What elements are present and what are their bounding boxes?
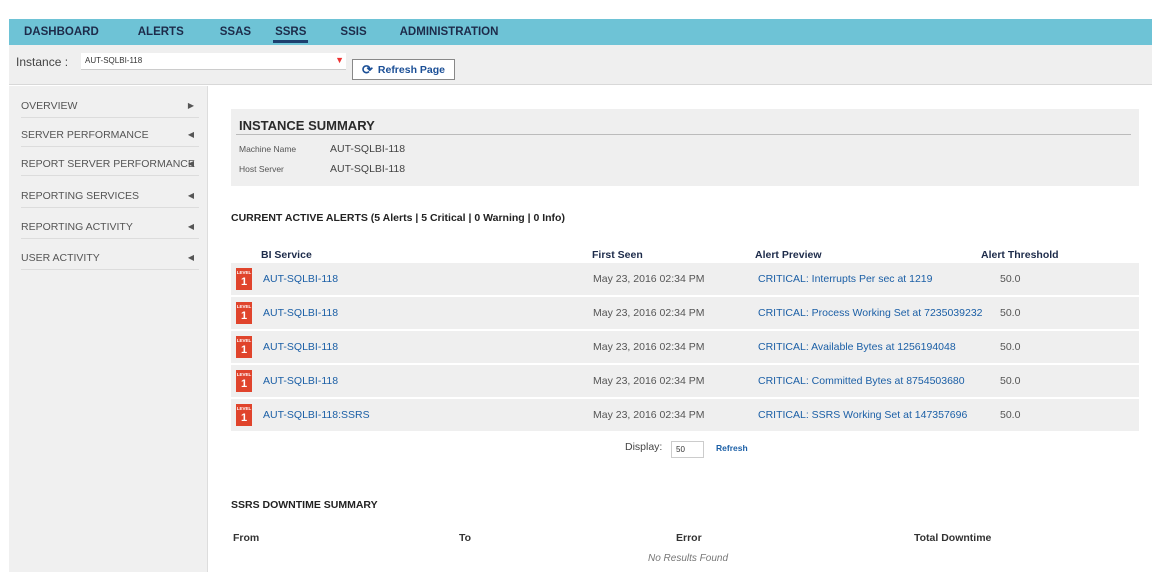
arrow-left-icon: ◀ <box>187 159 194 168</box>
instance-label: Instance : <box>16 55 69 69</box>
refresh-icon: ⟳ <box>361 61 373 77</box>
level-badge: LEVEL 1 <box>236 370 252 392</box>
bi-service-link[interactable]: AUT-SQLBI-118:SSRS <box>263 409 370 421</box>
alert-preview-link[interactable]: CRITICAL: Process Working Set at 7235039… <box>758 307 983 319</box>
column-header-from[interactable]: From <box>233 532 259 544</box>
bi-service-link[interactable]: AUT-SQLBI-118 <box>263 375 338 387</box>
machine-name-value: AUT-SQLBI-118 <box>330 143 406 155</box>
current-active-alerts-title: CURRENT ACTIVE ALERTS (5 Alerts | 5 Crit… <box>231 212 565 224</box>
refresh-page-label: Refresh Page <box>377 63 446 76</box>
alert-threshold-cell: 50.0 <box>1000 341 1021 353</box>
instance-bar: Instance : AUT-SQLBI-118 ▼ ⟳ Refresh Pag… <box>9 45 1152 85</box>
level-badge: LEVEL 1 <box>236 336 252 358</box>
dropdown-arrow-icon[interactable]: ▼ <box>335 53 344 67</box>
column-header-error[interactable]: Error <box>676 532 702 544</box>
arrow-left-icon: ◀ <box>187 222 194 231</box>
table-row: LEVEL 1 AUT-SQLBI-118:SSRS May 23, 2016 0… <box>231 399 1139 431</box>
alert-threshold-cell: 50.0 <box>1000 273 1021 285</box>
arrow-right-icon: ▶ <box>187 101 194 110</box>
column-header-alert-preview[interactable]: Alert Preview <box>755 249 822 261</box>
column-header-alert-threshold[interactable]: Alert Threshold <box>981 249 1059 261</box>
sidebar-item-reporting-services[interactable]: REPORTING SERVICES ◀ <box>21 186 199 208</box>
table-row: LEVEL 1 AUT-SQLBI-118 May 23, 2016 02:34 … <box>231 263 1139 295</box>
refresh-link[interactable]: Refresh <box>716 443 748 453</box>
sidebar-item-reporting-activity[interactable]: REPORTING ACTIVITY ◀ <box>21 217 199 239</box>
instance-select[interactable]: AUT-SQLBI-118 ▼ <box>81 53 346 70</box>
sidebar-item-label: USER ACTIVITY <box>21 252 100 264</box>
arrow-left-icon: ◀ <box>187 253 194 262</box>
bi-service-link[interactable]: AUT-SQLBI-118 <box>263 273 338 285</box>
sidebar-item-label: REPORTING SERVICES <box>21 190 140 202</box>
alert-threshold-cell: 50.0 <box>1000 307 1021 319</box>
refresh-page-button[interactable]: ⟳ Refresh Page <box>352 59 455 80</box>
level-badge: LEVEL 1 <box>236 268 252 290</box>
sidebar-item-server-performance[interactable]: SERVER PERFORMANCE ◀ <box>21 125 199 147</box>
alert-preview-link[interactable]: CRITICAL: Available Bytes at 1256194048 <box>758 341 956 353</box>
nav-ssrs[interactable]: SSRS <box>273 19 309 45</box>
table-row: LEVEL 1 AUT-SQLBI-118 May 23, 2016 02:34 … <box>231 297 1139 329</box>
top-nav: DASHBOARD ALERTS SSAS SSRS SSIS ADMINIST… <box>9 19 1152 45</box>
sidebar-item-user-activity[interactable]: USER ACTIVITY ◀ <box>21 248 199 270</box>
sidebar-item-label: REPORT SERVER PERFORMANCE <box>21 158 195 170</box>
alert-threshold-cell: 50.0 <box>1000 375 1021 387</box>
sidebar-item-report-server-performance[interactable]: REPORT SERVER PERFORMANCE ◀ <box>21 154 199 176</box>
column-header-total-downtime[interactable]: Total Downtime <box>914 532 991 544</box>
table-row: LEVEL 1 AUT-SQLBI-118 May 23, 2016 02:34 … <box>231 365 1139 397</box>
nav-ssis[interactable]: SSIS <box>340 19 366 45</box>
alert-preview-link[interactable]: CRITICAL: SSRS Working Set at 147357696 <box>758 409 967 421</box>
column-header-bi-service[interactable]: BI Service <box>261 249 312 261</box>
arrow-left-icon: ◀ <box>187 191 194 200</box>
level-badge: LEVEL 1 <box>236 404 252 426</box>
bi-service-link[interactable]: AUT-SQLBI-118 <box>263 341 338 353</box>
sidebar-item-label: SERVER PERFORMANCE <box>21 129 149 141</box>
machine-name-label: Machine Name <box>239 144 297 154</box>
nav-administration[interactable]: ADMINISTRATION <box>400 19 499 45</box>
instance-summary-panel: INSTANCE SUMMARY Machine Name AUT-SQLBI-… <box>231 109 1139 186</box>
level-badge: LEVEL 1 <box>236 302 252 324</box>
sidebar: OVERVIEW ▶ SERVER PERFORMANCE ◀ REPORT S… <box>9 86 208 572</box>
host-server-value: AUT-SQLBI-118 <box>330 163 406 175</box>
sidebar-item-label: REPORTING ACTIVITY <box>21 221 133 233</box>
nav-dashboard[interactable]: DASHBOARD <box>24 19 99 45</box>
sidebar-item-label: OVERVIEW <box>21 100 78 112</box>
nav-ssas[interactable]: SSAS <box>220 19 251 45</box>
no-results-message: No Results Found <box>648 553 729 564</box>
divider <box>236 134 1131 135</box>
first-seen-cell: May 23, 2016 02:34 PM <box>593 341 705 353</box>
instance-summary-title: INSTANCE SUMMARY <box>239 118 375 133</box>
arrow-left-icon: ◀ <box>187 130 194 139</box>
first-seen-cell: May 23, 2016 02:34 PM <box>593 409 705 421</box>
sidebar-item-overview[interactable]: OVERVIEW ▶ <box>21 96 199 118</box>
first-seen-cell: May 23, 2016 02:34 PM <box>593 307 705 319</box>
table-row: LEVEL 1 AUT-SQLBI-118 May 23, 2016 02:34 … <box>231 331 1139 363</box>
first-seen-cell: May 23, 2016 02:34 PM <box>593 273 705 285</box>
display-count-input[interactable]: 50 <box>671 441 704 458</box>
alert-preview-link[interactable]: CRITICAL: Interrupts Per sec at 1219 <box>758 273 933 285</box>
alert-threshold-cell: 50.0 <box>1000 409 1021 421</box>
alert-preview-link[interactable]: CRITICAL: Committed Bytes at 8754503680 <box>758 375 965 387</box>
column-header-to[interactable]: To <box>459 532 471 544</box>
ssrs-downtime-summary-title: SSRS DOWNTIME SUMMARY <box>231 499 378 511</box>
bi-service-link[interactable]: AUT-SQLBI-118 <box>263 307 338 319</box>
display-label: Display: <box>625 441 663 453</box>
nav-alerts[interactable]: ALERTS <box>138 19 184 45</box>
instance-value: AUT-SQLBI-118 <box>85 56 143 65</box>
column-header-first-seen[interactable]: First Seen <box>592 249 643 261</box>
first-seen-cell: May 23, 2016 02:34 PM <box>593 375 705 387</box>
host-server-label: Host Server <box>239 164 284 174</box>
